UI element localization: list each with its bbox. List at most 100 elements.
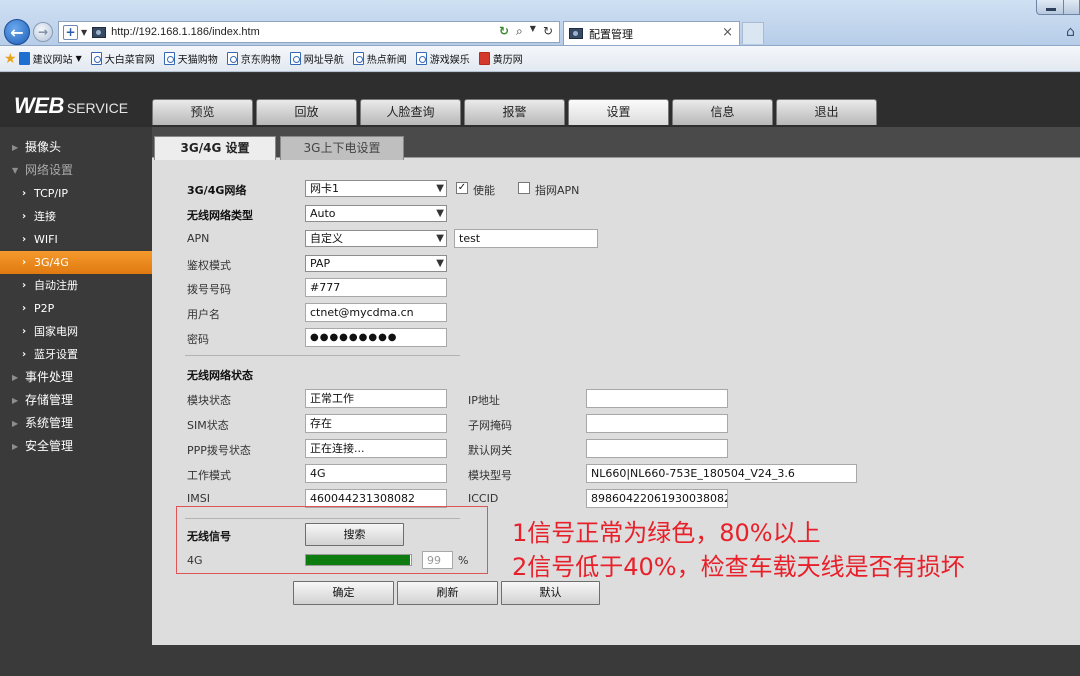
username-input[interactable]: ctnet@mycdma.cn	[305, 303, 447, 322]
subtab-strip: 3G/4G 设置 3G上下电设置	[152, 127, 1080, 160]
chevron-right-icon: ›	[22, 326, 27, 337]
favorite-link[interactable]: 热点新闻	[352, 51, 407, 66]
new-tab-button[interactable]	[742, 22, 764, 44]
password-input[interactable]: ●●●●●●●●●	[305, 328, 447, 347]
sidebar-item-security[interactable]: ▶ 安全管理	[0, 435, 152, 458]
sidebar-item-connection[interactable]: › 连接	[0, 205, 152, 228]
sidebar-item-label: 自动注册	[34, 279, 78, 292]
sidebar-item-system[interactable]: ▶ 系统管理	[0, 412, 152, 435]
sim-status-label: SIM状态	[187, 419, 229, 432]
enable-checkbox[interactable]: ✓	[456, 182, 468, 194]
sidebar-item-label: 国家电网	[34, 325, 78, 338]
network-type-select[interactable]: Auto ▼	[305, 205, 447, 222]
minimize-icon[interactable]	[1036, 0, 1064, 15]
compat-refresh-icon[interactable]: ↻	[499, 24, 509, 39]
dropdown-icon[interactable]: ▼	[76, 54, 82, 63]
search-button[interactable]: 搜索	[305, 523, 404, 546]
work-mode-field: 4G	[305, 464, 447, 483]
favorite-link[interactable]: 大白菜官网	[90, 51, 155, 66]
address-url[interactable]: http://192.168.1.186/index.htm	[111, 26, 260, 38]
annotation-line-1: 1信号正常为绿色，80%以上	[512, 519, 821, 547]
signal-unit: %	[458, 554, 469, 567]
tab-3g-power-settings[interactable]: 3G上下电设置	[280, 136, 404, 160]
sidebar-item-bluetooth[interactable]: › 蓝牙设置	[0, 343, 152, 366]
favorite-link[interactable]: 京东购物	[226, 51, 281, 66]
nav-preview[interactable]: 预览	[152, 99, 253, 125]
app-header: WEB SERVICE 预览 回放 人脸查询 报警 设置 信息 退出	[0, 73, 1080, 127]
favorite-link[interactable]: 天猫购物	[163, 51, 218, 66]
forward-button[interactable]: →	[33, 22, 53, 42]
browser-tab[interactable]: 配置管理 ×	[563, 21, 740, 45]
favorite-link[interactable]: 黄历网	[478, 51, 523, 66]
calendar-icon	[478, 52, 490, 65]
network-select[interactable]: 网卡1 ▼	[305, 180, 447, 197]
dial-number-input[interactable]: #777	[305, 278, 447, 297]
ok-button[interactable]: 确定	[293, 581, 394, 605]
chevron-right-icon: ›	[22, 303, 27, 314]
sidebar-item-storage[interactable]: ▶ 存储管理	[0, 389, 152, 412]
favorite-label: 热点新闻	[366, 55, 407, 66]
sidebar-item-state-grid[interactable]: › 国家电网	[0, 320, 152, 343]
browser-titlebar: ← → + ▼ http://192.168.1.186/index.htm ↻…	[0, 0, 1080, 46]
divider	[185, 518, 460, 519]
chevron-down-icon: ▼	[436, 208, 444, 219]
expand-triangle-icon: ▶	[12, 396, 19, 405]
chevron-right-icon: ›	[22, 211, 27, 222]
sidebar-item-3g4g[interactable]: › 3G/4G	[0, 251, 152, 274]
expand-triangle-icon: ▶	[12, 373, 19, 382]
compat-view-icon[interactable]: +	[63, 24, 78, 40]
auth-mode-select[interactable]: PAP ▼	[305, 255, 447, 272]
nav-settings[interactable]: 设置	[568, 99, 669, 125]
dropdown-icon[interactable]: ▼	[81, 28, 87, 37]
nav-playback[interactable]: 回放	[256, 99, 357, 125]
favorite-label: 天猫购物	[177, 55, 218, 66]
sidebar-item-p2p[interactable]: › P2P	[0, 297, 152, 320]
refresh-icon[interactable]: ↻	[543, 24, 553, 39]
tab-close-icon[interactable]: ×	[722, 25, 733, 40]
sidebar-item-label: 3G/4G	[34, 256, 69, 269]
main-nav: 预览 回放 人脸查询 报警 设置 信息 退出	[152, 99, 880, 125]
dropdown-icon[interactable]: ▼	[530, 24, 536, 39]
address-bar[interactable]: + ▼ http://192.168.1.186/index.htm ↻ ⌕ ▼…	[58, 21, 560, 43]
signal-strength-fill	[306, 555, 410, 565]
favorite-label: 大白菜官网	[104, 55, 155, 66]
chevron-down-icon: ▼	[436, 233, 444, 244]
sidebar-item-wifi[interactable]: › WIFI	[0, 228, 152, 251]
nav-alarm[interactable]: 报警	[464, 99, 565, 125]
private-apn-label: 指网APN	[535, 184, 580, 197]
module-status-field: 正常工作	[305, 389, 447, 408]
sidebar-item-label: P2P	[34, 302, 55, 315]
back-button[interactable]: ←	[4, 19, 30, 45]
sidebar-item-events[interactable]: ▶ 事件处理	[0, 366, 152, 389]
default-button[interactable]: 默认	[501, 581, 600, 605]
favorites-star-icon[interactable]: ★	[4, 51, 17, 67]
sidebar-item-cameras[interactable]: ▶ 摄像头	[0, 136, 152, 159]
signal-section-title: 无线信号	[187, 530, 231, 543]
chevron-right-icon: ›	[22, 257, 27, 268]
private-apn-checkbox[interactable]	[518, 182, 530, 194]
apn-select[interactable]: 自定义 ▼	[305, 230, 447, 247]
maximize-icon[interactable]	[1063, 0, 1080, 15]
refresh-button[interactable]: 刷新	[397, 581, 498, 605]
search-icon[interactable]: ⌕	[516, 24, 523, 39]
favorite-link[interactable]: 游戏娱乐	[415, 51, 470, 66]
page-icon	[226, 52, 238, 65]
nav-info[interactable]: 信息	[672, 99, 773, 125]
sidebar-item-tcpip[interactable]: › TCP/IP	[0, 182, 152, 205]
favorite-link[interactable]: 网址导航	[289, 51, 344, 66]
iccid-field: 89860422061930038082	[586, 489, 728, 508]
home-icon[interactable]: ⌂	[1066, 24, 1075, 40]
tab-3g4g-settings[interactable]: 3G/4G 设置	[154, 136, 276, 160]
nav-face-search[interactable]: 人脸查询	[360, 99, 461, 125]
site-favicon-icon	[92, 26, 107, 38]
subnet-mask-field	[586, 414, 728, 433]
sidebar-item-network[interactable]: ▼ 网络设置	[0, 159, 152, 182]
ip-address-field	[586, 389, 728, 408]
favorite-label: 游戏娱乐	[429, 55, 470, 66]
select-value: 自定义	[310, 232, 343, 245]
tab-favicon-icon	[569, 28, 583, 39]
favorite-suggested-sites[interactable]: 建议网站 ▼	[18, 51, 82, 66]
nav-logout[interactable]: 退出	[776, 99, 877, 125]
sidebar-item-auto-register[interactable]: › 自动注册	[0, 274, 152, 297]
apn-input[interactable]: test	[454, 229, 598, 248]
